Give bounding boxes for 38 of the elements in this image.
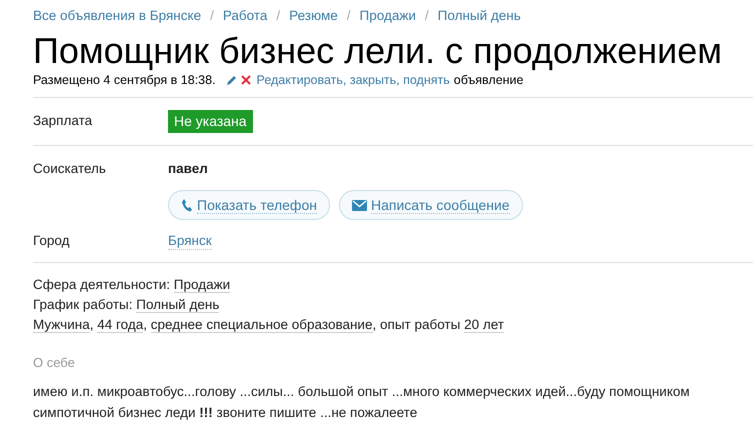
breadcrumb-separator: / — [276, 7, 280, 26]
breadcrumb-link[interactable]: Все объявления в Брянске — [33, 6, 202, 27]
field-label: Город — [33, 232, 71, 250]
detail-text: Сфера деятельности: — [33, 276, 172, 294]
contact-button[interactable]: Написать сообщение — [338, 190, 523, 220]
breadcrumb-link[interactable]: Резюме — [289, 6, 338, 27]
about-text: имею и.п. микроавтобус...голову ...силы... большой опыт ...много коммерческих идей...буду помощником симпотичной бизнес леди !!! звоните пишите ...не пожалеете — [33, 382, 691, 422]
breadcrumb-link[interactable]: Полный день — [438, 6, 521, 27]
detail-link[interactable]: среднее специальное образование — [150, 317, 372, 334]
applicant-name: павел — [168, 160, 209, 178]
breadcrumb-separator: / — [424, 7, 429, 26]
detail-link[interactable]: 20 лет — [464, 317, 504, 334]
field-label: Соискатель — [33, 160, 107, 178]
phone-icon — [181, 198, 193, 212]
close-icon[interactable] — [240, 75, 251, 85]
posted-date: Размещено 4 сентября в 18:38. — [33, 72, 216, 89]
breadcrumb-separator: / — [346, 7, 351, 26]
about-heading: О себе — [33, 354, 76, 372]
pencil-icon[interactable] — [226, 74, 237, 86]
actions-suffix: объявление — [454, 72, 524, 89]
contact-button[interactable]: Показать телефон — [168, 190, 330, 220]
detail-text: , — [90, 316, 94, 334]
field-label: Зарплата — [33, 112, 94, 130]
page-title: Помощник бизнес лели. с продолжением — [33, 31, 723, 71]
breadcrumb-link[interactable]: Продажи — [360, 6, 416, 27]
detail-text: График работы: — [33, 296, 134, 314]
salary-badge: Не указана — [168, 110, 253, 133]
detail-link[interactable]: Мужчина — [33, 317, 90, 334]
edit-actions-link[interactable]: Редактировать, закрыть, поднять — [256, 70, 450, 90]
detail-text: , опыт работы — [372, 316, 462, 334]
city-link[interactable]: Брянск — [168, 232, 212, 250]
detail-link[interactable]: Продажи — [174, 277, 230, 294]
detail-text: , — [143, 316, 148, 334]
detail-link[interactable]: Полный день — [136, 297, 220, 314]
breadcrumb-separator: / — [210, 7, 214, 26]
breadcrumb-link[interactable]: Работа — [222, 6, 268, 27]
detail-link[interactable]: 44 года — [97, 317, 144, 334]
envelope-icon — [352, 200, 367, 211]
